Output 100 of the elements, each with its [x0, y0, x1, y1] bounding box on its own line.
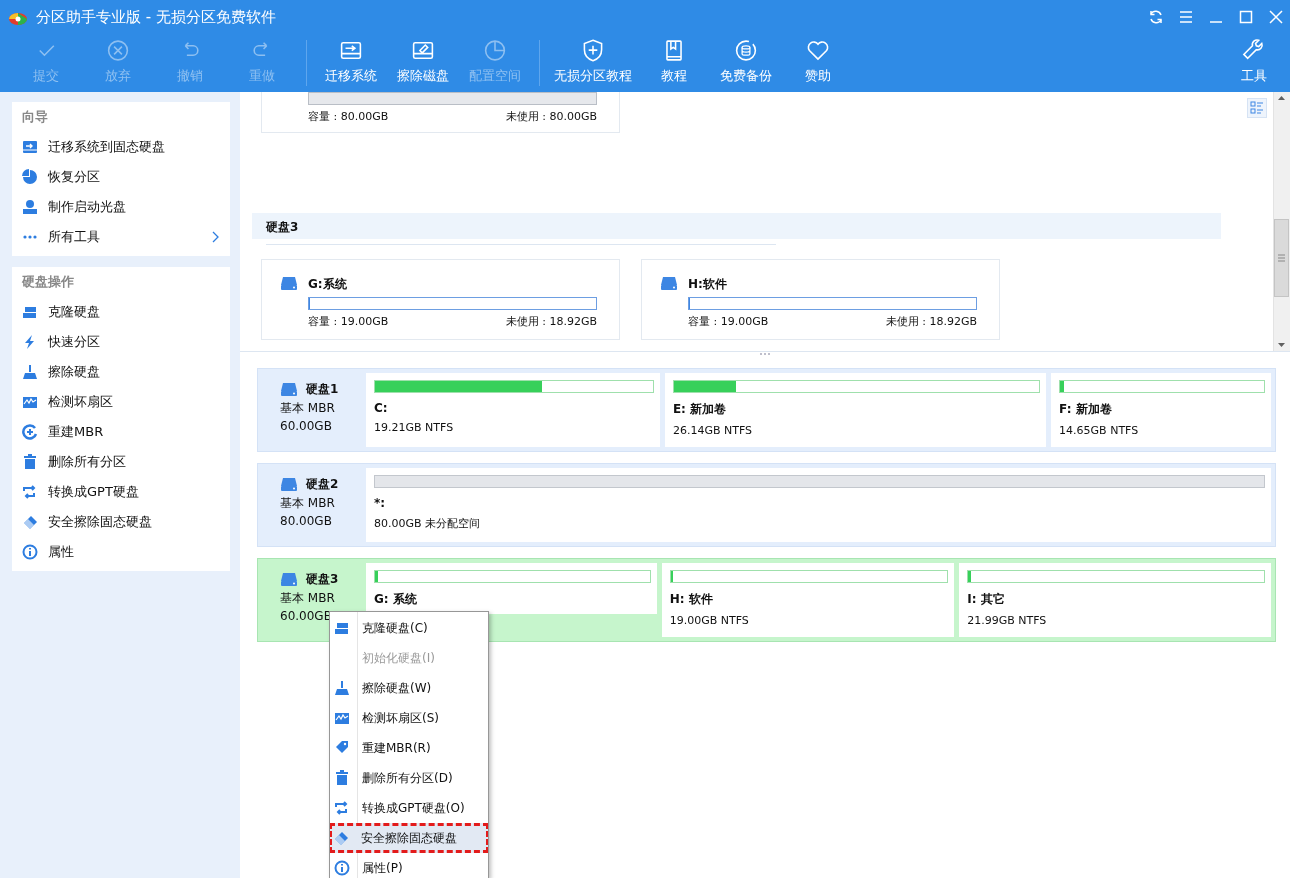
broom-icon [334, 680, 350, 696]
sidebar-item[interactable]: 迁移系统到固态硬盘 [12, 132, 230, 162]
drive-icon [280, 382, 298, 397]
swap-arrows-icon [334, 800, 350, 816]
maximize-icon[interactable] [1238, 9, 1254, 25]
partition-block[interactable]: F: 新加卷 14.65GB NTFS [1051, 373, 1271, 447]
sidebar-item[interactable]: 删除所有分区 [12, 447, 230, 477]
sidebar-item[interactable]: 重建MBR [12, 417, 230, 447]
info-icon [22, 544, 38, 560]
sidebar-item[interactable]: 快速分区 [12, 327, 230, 357]
menu-item[interactable]: 属性(P) [330, 853, 488, 878]
sidebar-item[interactable]: 制作启动光盘 [12, 192, 230, 222]
drive-icon [280, 572, 298, 587]
partition-info: 80.00GB 未分配空间 [374, 516, 482, 531]
swap-arrows-icon [22, 484, 38, 500]
drive-wave-icon [22, 394, 38, 410]
disc-drive-icon [22, 199, 38, 215]
sidebar-item[interactable]: 转换成GPT硬盘 [12, 477, 230, 507]
scroll-thumb[interactable] [1274, 219, 1289, 297]
disk-size: 80.00GB [280, 514, 333, 528]
partition-info: 19.21GB NTFS [374, 421, 455, 434]
eraser-icon [22, 514, 38, 530]
drive-icon [660, 276, 678, 291]
unused-text: 未使用 : 80.00GB [505, 109, 597, 124]
partition-block[interactable]: E: 新加卷 26.14GB NTFS [664, 373, 1047, 447]
partition-info: 14.65GB NTFS [1059, 424, 1140, 437]
sidebar-item[interactable]: 安全擦除固态硬盘 [12, 507, 230, 537]
window-title: 分区助手专业版 - 无损分区免费软件 [36, 7, 277, 27]
sidebar-item[interactable]: 属性 [12, 537, 230, 567]
disk-type: 基本 MBR [280, 495, 336, 512]
partition-name: *: [374, 496, 387, 510]
partition-block[interactable]: C: 19.21GB NTFS [366, 373, 660, 447]
broom-icon [22, 364, 38, 380]
partition-block[interactable]: *: 80.00GB 未分配空间 [366, 468, 1271, 542]
unused-text: 未使用 : 18.92GB [505, 314, 597, 329]
menu-item[interactable]: 擦除硬盘(W) [330, 673, 488, 703]
menu-item[interactable]: 克隆硬盘(C) [330, 613, 488, 643]
sidebar-item[interactable]: 检测坏扇区 [12, 387, 230, 417]
toolbar-button[interactable]: 教程 [638, 34, 710, 92]
section-title: 向导 [21, 108, 49, 126]
drive-stack-icon [334, 620, 350, 636]
partition-card[interactable]: G:系统 容量 : 19.00GB 未使用 : 18.92GB [261, 259, 620, 340]
info-icon [334, 860, 350, 876]
partition-name: G:系统 [308, 276, 348, 293]
disk-type: 基本 MBR [280, 590, 336, 607]
toolbar-button[interactable]: 免费备份 [710, 34, 782, 92]
drive-icon [280, 276, 298, 291]
partition-name: I: 其它 [967, 591, 1006, 608]
disk-row[interactable]: 硬盘2 基本 MBR 80.00GB *: 80.00GB 未分配空间 [257, 463, 1276, 547]
capacity-text: 容量 : 19.00GB [688, 314, 769, 329]
toolbar-button[interactable]: 无损分区教程 [548, 34, 638, 92]
toolbar-button[interactable]: 工具 [1218, 34, 1290, 92]
partition-name: G: 系统 [374, 591, 418, 608]
partition-info: 26.14GB NTFS [672, 424, 754, 437]
close-icon[interactable] [1268, 9, 1284, 25]
sidebar-item[interactable]: 克隆硬盘 [12, 297, 230, 327]
sidebar-item[interactable]: 擦除硬盘 [12, 357, 230, 387]
menu-item[interactable]: 检测坏扇区(S) [330, 703, 488, 733]
toolbar-button[interactable]: 擦除磁盘 [387, 34, 459, 92]
sidebar-item[interactable]: 恢复分区 [12, 162, 230, 192]
drive-stack-icon [22, 304, 38, 320]
disk-row[interactable]: 硬盘1 基本 MBR 60.00GB C: 19.21GB NTFS E: 新加卷 26.14GB NTFS F: 新加卷 14.65GB NTFS [257, 368, 1276, 452]
partition-card[interactable]: 容量 : 80.00GB 未使用 : 80.00GB [261, 92, 620, 133]
toolbar-button[interactable]: 赞助 [782, 34, 854, 92]
menu-item[interactable]: 删除所有分区(D) [330, 763, 488, 793]
toolbar-button[interactable]: 迁移系统 [315, 34, 387, 92]
menu-item[interactable]: 重建MBR(R) [330, 733, 488, 763]
pie-chart-icon [22, 169, 38, 185]
partition-block[interactable]: H: 软件 19.00GB NTFS [661, 563, 955, 637]
list-view-icon[interactable] [1247, 98, 1267, 118]
splitter-handle-icon[interactable] [759, 352, 771, 356]
sidebar-item[interactable]: 所有工具 [12, 222, 230, 252]
unused-text: 未使用 : 18.92GB [885, 314, 977, 329]
disk-name: 硬盘2 [306, 476, 339, 493]
section-title: 硬盘操作 [21, 273, 75, 291]
eraser-icon [333, 830, 349, 846]
menu-icon[interactable] [1178, 9, 1194, 25]
disk-header: 硬盘3 [252, 213, 1221, 239]
trash-icon [22, 454, 38, 470]
partition-name: H:软件 [688, 276, 728, 293]
menu-item[interactable]: 安全擦除固态硬盘 [330, 823, 488, 853]
partition-block[interactable]: G: 系统 [366, 563, 657, 614]
refresh-icon[interactable] [1148, 9, 1164, 25]
tag-icon [334, 740, 350, 756]
partition-name: F: 新加卷 [1059, 401, 1113, 418]
disk-name: 硬盘1 [306, 381, 339, 398]
capacity-text: 容量 : 80.00GB [308, 109, 389, 124]
partition-name: E: 新加卷 [672, 401, 728, 418]
partition-card[interactable]: H:软件 容量 : 19.00GB 未使用 : 18.92GB [641, 259, 1000, 340]
partition-block[interactable]: I: 其它 21.99GB NTFS [959, 563, 1271, 637]
partition-info: 21.99GB NTFS [967, 614, 1048, 627]
partition-info: 19.00GB NTFS [669, 614, 750, 627]
partition-name: H: 软件 [669, 591, 714, 608]
drive-wave-icon [334, 710, 350, 726]
scrollbar[interactable] [1273, 92, 1290, 351]
disk-name: 硬盘3 [306, 571, 339, 588]
drive-icon [280, 477, 298, 492]
capacity-text: 容量 : 19.00GB [308, 314, 389, 329]
refresh-plus-icon [22, 424, 38, 440]
menu-item[interactable]: 转换成GPT硬盘(O) [330, 793, 488, 823]
